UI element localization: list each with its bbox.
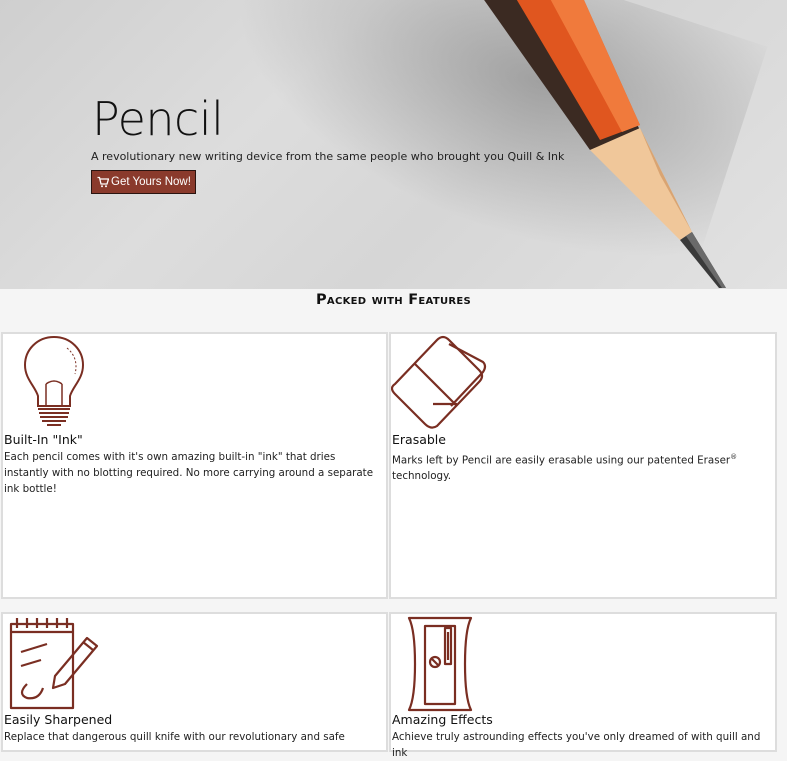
notepad-pencil-icon xyxy=(9,618,99,710)
feature-title: Easily Sharpened xyxy=(4,712,113,727)
feature-card-effects: Amazing Effects Achieve truly astroundin… xyxy=(389,612,777,759)
shopping-cart-icon xyxy=(97,176,109,188)
feature-text: Marks left by Pencil are easily erasable… xyxy=(392,453,738,483)
feature-text: Achieve truly astrounding effects you've… xyxy=(392,731,761,759)
feature-card-sharpened: Easily Sharpened Replace that dangerous … xyxy=(1,612,388,752)
feature-text: Each pencil comes with it's own amazing … xyxy=(4,451,374,495)
features-heading: Packed with Features xyxy=(316,292,471,308)
feature-title: Built-In "Ink" xyxy=(4,432,83,447)
hero-title: Pencil xyxy=(92,92,224,146)
feature-title: Erasable xyxy=(392,432,446,447)
feature-title: Amazing Effects xyxy=(392,712,493,727)
lightbulb-icon xyxy=(23,335,85,426)
get-yours-button[interactable]: Get Yours Now! xyxy=(91,170,196,194)
sharpener-icon xyxy=(407,616,473,712)
hero-banner: Pencil A revolutionary new writing devic… xyxy=(0,0,787,289)
feature-card-erasable: Erasable Marks left by Pencil are easily… xyxy=(389,332,777,599)
eraser-icon xyxy=(391,335,487,429)
hero-subtitle: A revolutionary new writing device from … xyxy=(91,150,565,163)
feature-card-ink: Built-In "Ink" Each pencil comes with it… xyxy=(1,332,388,599)
feature-text: Replace that dangerous quill knife with … xyxy=(4,731,345,743)
get-yours-label: Get Yours Now! xyxy=(111,176,191,188)
